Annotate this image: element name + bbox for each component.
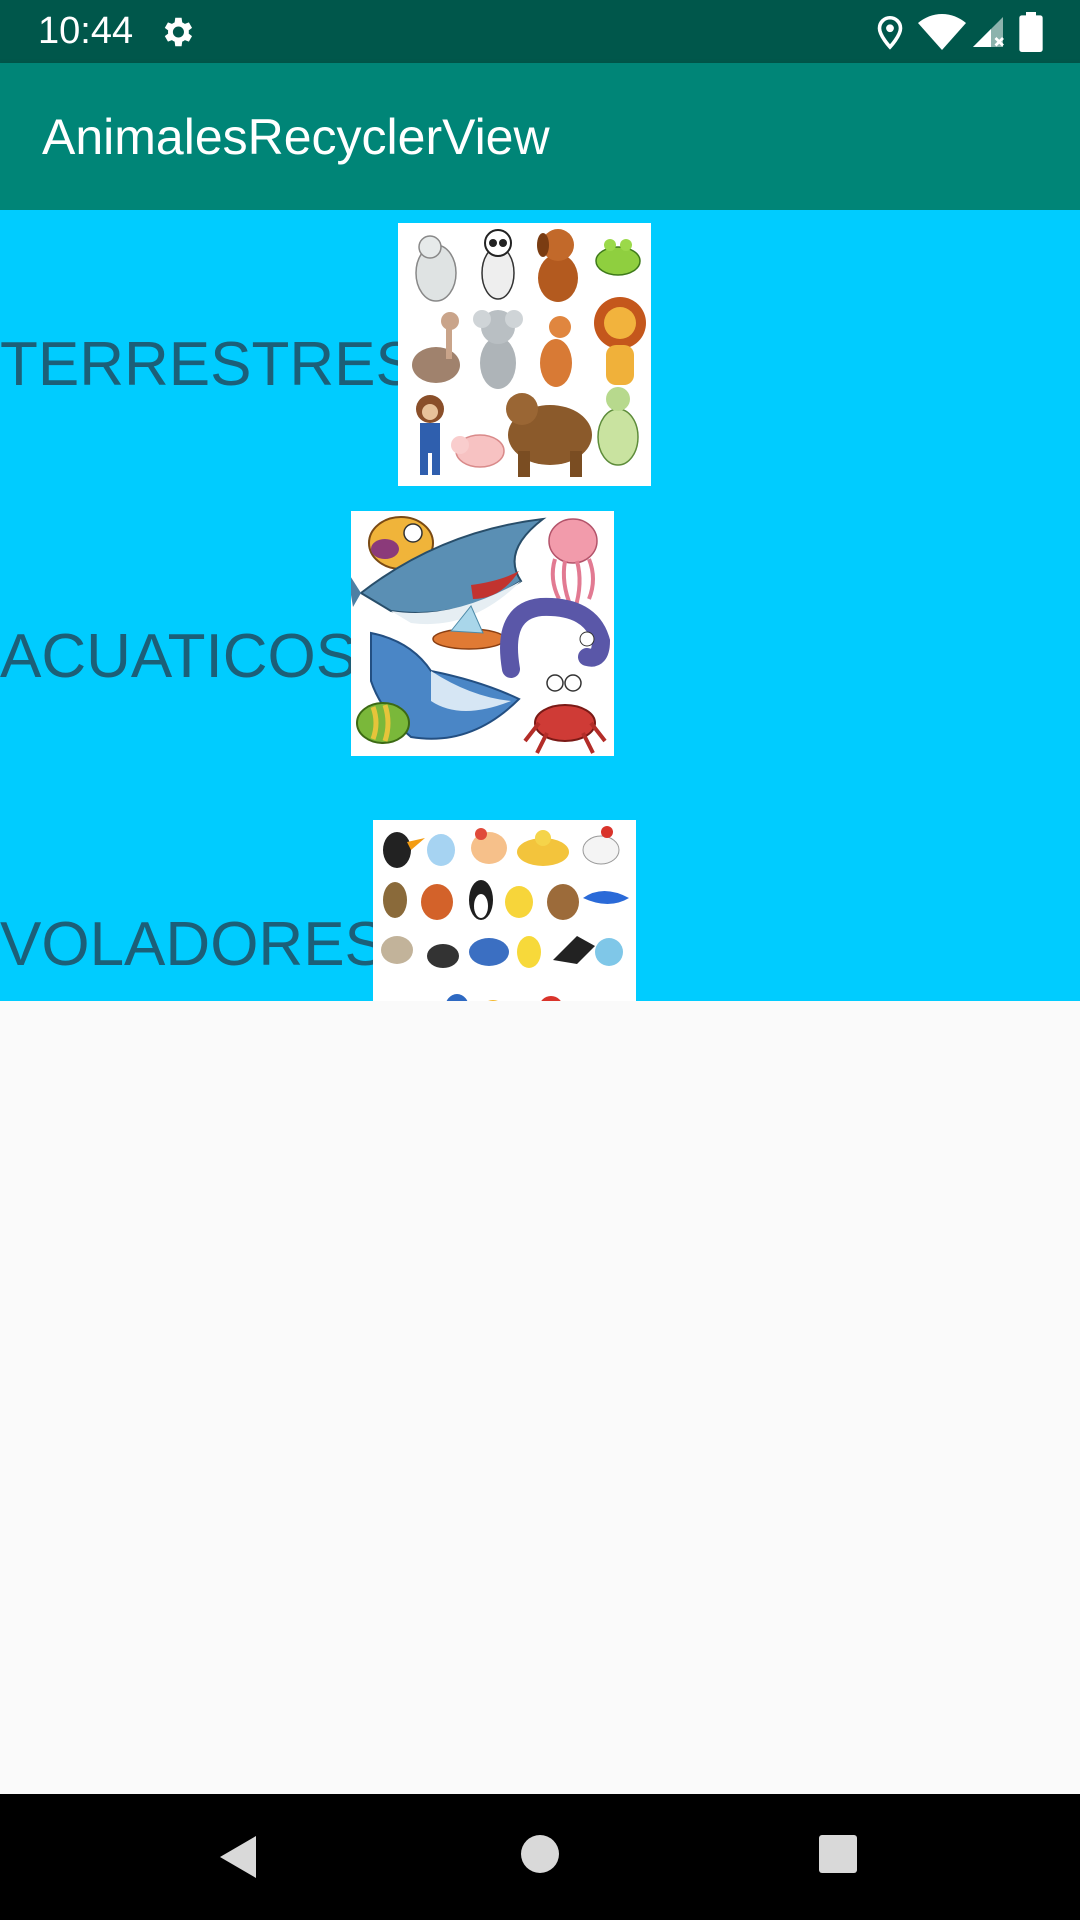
list-item[interactable]: VOLADORES — [0, 800, 1080, 1001]
list-item[interactable]: TERRESTRES — [0, 210, 1080, 500]
status-bar: 10:44 — [0, 0, 1080, 63]
app-bar: AnimalesRecyclerView — [0, 63, 1080, 210]
land-animals-image — [398, 223, 651, 486]
wifi-icon — [918, 14, 966, 50]
back-icon[interactable] — [216, 1832, 260, 1882]
navigation-bar — [0, 1794, 1080, 1920]
sea-animals-image — [351, 511, 614, 756]
gear-icon — [164, 17, 193, 47]
recents-icon[interactable] — [818, 1834, 858, 1874]
list-item-label: TERRESTRES — [0, 330, 417, 399]
list-item-label: VOLADORES — [0, 910, 386, 979]
app-title: AnimalesRecyclerView — [42, 109, 550, 165]
status-time: 10:44 — [38, 10, 134, 52]
cell-signal-icon — [973, 17, 1004, 47]
home-icon[interactable] — [520, 1834, 560, 1874]
battery-icon — [1019, 12, 1043, 52]
location-icon — [877, 16, 903, 50]
animal-recycler-list[interactable]: TERRESTRES ACUATICOS VOLADORES — [0, 210, 1080, 1001]
list-item-label: ACUATICOS — [0, 622, 358, 691]
list-item[interactable]: ACUATICOS — [0, 500, 1080, 800]
birds-image — [373, 820, 636, 1001]
